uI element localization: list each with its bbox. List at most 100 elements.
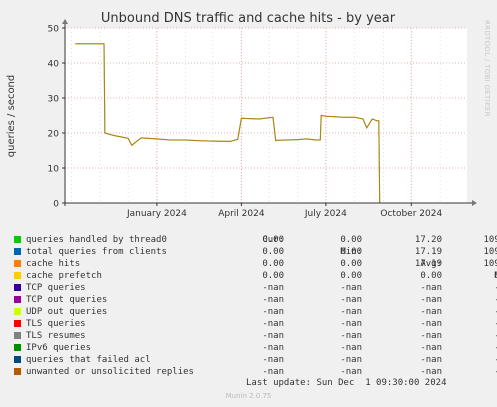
legend-header: Cur: Min: Avg: Max: — [14, 222, 497, 281]
legend-value-max: 109.44 — [483, 259, 497, 269]
legend-swatch — [14, 332, 21, 339]
legend-row: cache hits 0.00 0.00 17.19 109.44 — [14, 258, 497, 270]
legend-row: total queries from clients 0.00 0.00 17.19 1… — [14, 246, 497, 258]
legend-value-avg: -nan — [420, 319, 442, 329]
legend-series-name: IPv6 queries — [26, 343, 92, 353]
legend-value-max: -nan — [456, 342, 497, 354]
legend-value-min: -nan — [340, 307, 362, 317]
legend-value-cur: -nan — [262, 295, 284, 305]
legend-swatch — [14, 344, 21, 351]
legend-value-avg: -nan — [420, 367, 442, 377]
legend-series-name: TLS resumes — [26, 331, 86, 341]
chart-title: Unbound DNS traffic and cache hits - by … — [101, 11, 396, 26]
legend-value-avg: 17.20 — [414, 235, 442, 245]
legend-swatch — [14, 356, 21, 363]
legend-value-cur: 0.00 — [262, 259, 284, 269]
legend-swatch — [14, 368, 21, 375]
legend-value-avg: -nan — [420, 343, 442, 353]
last-update: Last update: Sun Dec 1 09:30:00 2024 — [246, 378, 447, 388]
legend-row: cache prefetch 0.00 0.00 0.00 0.00 — [14, 270, 497, 282]
y-axis-label: queries / second — [6, 75, 17, 157]
legend-swatch — [14, 284, 21, 291]
legend-value-cur: -nan — [262, 319, 284, 329]
legend-swatch — [14, 320, 21, 327]
y-tick-label: 40 — [48, 60, 60, 70]
y-tick-label: 0 — [53, 200, 59, 210]
legend-value-min: -nan — [340, 343, 362, 353]
legend-swatch — [14, 260, 21, 267]
legend-value-cur: -nan — [262, 355, 284, 365]
legend: Cur: Min: Avg: Max: queries handled by t… — [14, 222, 497, 378]
legend-series-name: unwanted or unsolicited replies — [26, 367, 194, 377]
legend-value-cur: -nan — [262, 307, 284, 317]
legend-value-avg: -nan — [420, 283, 442, 293]
legend-value-avg: -nan — [420, 355, 442, 365]
x-tick-label: July 2024 — [304, 209, 347, 219]
legend-value-min: -nan — [340, 283, 362, 293]
legend-series-name: TLS queries — [26, 319, 86, 329]
plot-area — [65, 28, 467, 203]
y-axis-arrow — [62, 19, 68, 24]
legend-value-max: 109.73 — [483, 235, 497, 245]
legend-row: UDP out queries -nan -nan -nan -nan — [14, 306, 497, 318]
legend-swatch — [14, 296, 21, 303]
legend-swatch — [14, 308, 21, 315]
legend-row: IPv6 queries -nan -nan -nan -nan — [14, 342, 497, 354]
legend-swatch — [14, 272, 21, 279]
legend-value-cur: 0.00 — [262, 271, 284, 281]
legend-value-min: -nan — [340, 367, 362, 377]
y-tick-label: 30 — [48, 95, 60, 105]
legend-value-max: -nan — [456, 366, 497, 378]
legend-row: queries that failed acl -nan -nan -nan -nan — [14, 354, 497, 366]
legend-value-avg: 0.00 — [420, 271, 442, 281]
legend-row: TCP out queries -nan -nan -nan -nan — [14, 294, 497, 306]
legend-row: TCP queries -nan -nan -nan -nan — [14, 282, 497, 294]
legend-value-avg: 17.19 — [414, 259, 442, 269]
legend-value-max: -nan — [456, 354, 497, 366]
y-tick-label: 20 — [48, 130, 60, 140]
legend-row: TLS queries -nan -nan -nan -nan — [14, 318, 497, 330]
legend-series-name: UDP out queries — [26, 307, 108, 317]
legend-value-cur: -nan — [262, 283, 284, 293]
legend-value-avg: 17.19 — [414, 247, 442, 257]
legend-row: queries handled by thread0 0.00 0.00 17.20 1… — [14, 234, 497, 246]
legend-value-cur: -nan — [262, 367, 284, 377]
y-tick-label: 10 — [48, 165, 60, 175]
legend-value-max: -nan — [456, 294, 497, 306]
legend-value-max: 0.00 — [456, 270, 497, 282]
x-axis-arrow — [472, 200, 477, 206]
rrdtool-watermark: RRDTOOL / TOBI OETIKER — [483, 20, 491, 117]
legend-value-cur: -nan — [262, 343, 284, 353]
legend-value-min: -nan — [340, 295, 362, 305]
legend-row: TLS resumes -nan -nan -nan -nan — [14, 330, 497, 342]
legend-series-name: cache prefetch — [26, 271, 102, 281]
legend-value-cur: 0.00 — [262, 247, 284, 257]
legend-value-min: 0.00 — [340, 259, 362, 269]
legend-value-min: -nan — [340, 355, 362, 365]
legend-value-max: -nan — [456, 330, 497, 342]
legend-value-min: 0.00 — [340, 271, 362, 281]
legend-value-max: -nan — [456, 318, 497, 330]
legend-series-name: total queries from clients — [26, 247, 167, 257]
legend-series-name: cache hits — [26, 259, 81, 269]
legend-value-avg: -nan — [420, 295, 442, 305]
legend-value-avg: -nan — [420, 307, 442, 317]
x-tick-label: October 2024 — [380, 209, 442, 219]
legend-value-min: -nan — [340, 331, 362, 341]
legend-series-name: TCP queries — [26, 283, 86, 293]
munin-version: Munin 2.0.75 — [225, 392, 272, 400]
legend-value-cur: 0.00 — [262, 235, 284, 245]
legend-swatch — [14, 236, 21, 243]
legend-value-max: -nan — [456, 306, 497, 318]
legend-value-min: 0.00 — [340, 247, 362, 257]
x-tick-label: April 2024 — [218, 209, 265, 219]
legend-swatch — [14, 248, 21, 255]
chart-canvas: Unbound DNS traffic and cache hits - by … — [6, 11, 477, 219]
legend-series-name: TCP out queries — [26, 295, 108, 305]
legend-value-avg: -nan — [420, 331, 442, 341]
legend-value-max: 109.73 — [483, 247, 497, 257]
legend-row: unwanted or unsolicited replies -nan -nan -… — [14, 366, 497, 378]
legend-value-min: 0.00 — [340, 235, 362, 245]
y-tick-label: 50 — [48, 25, 60, 35]
legend-value-cur: -nan — [262, 331, 284, 341]
